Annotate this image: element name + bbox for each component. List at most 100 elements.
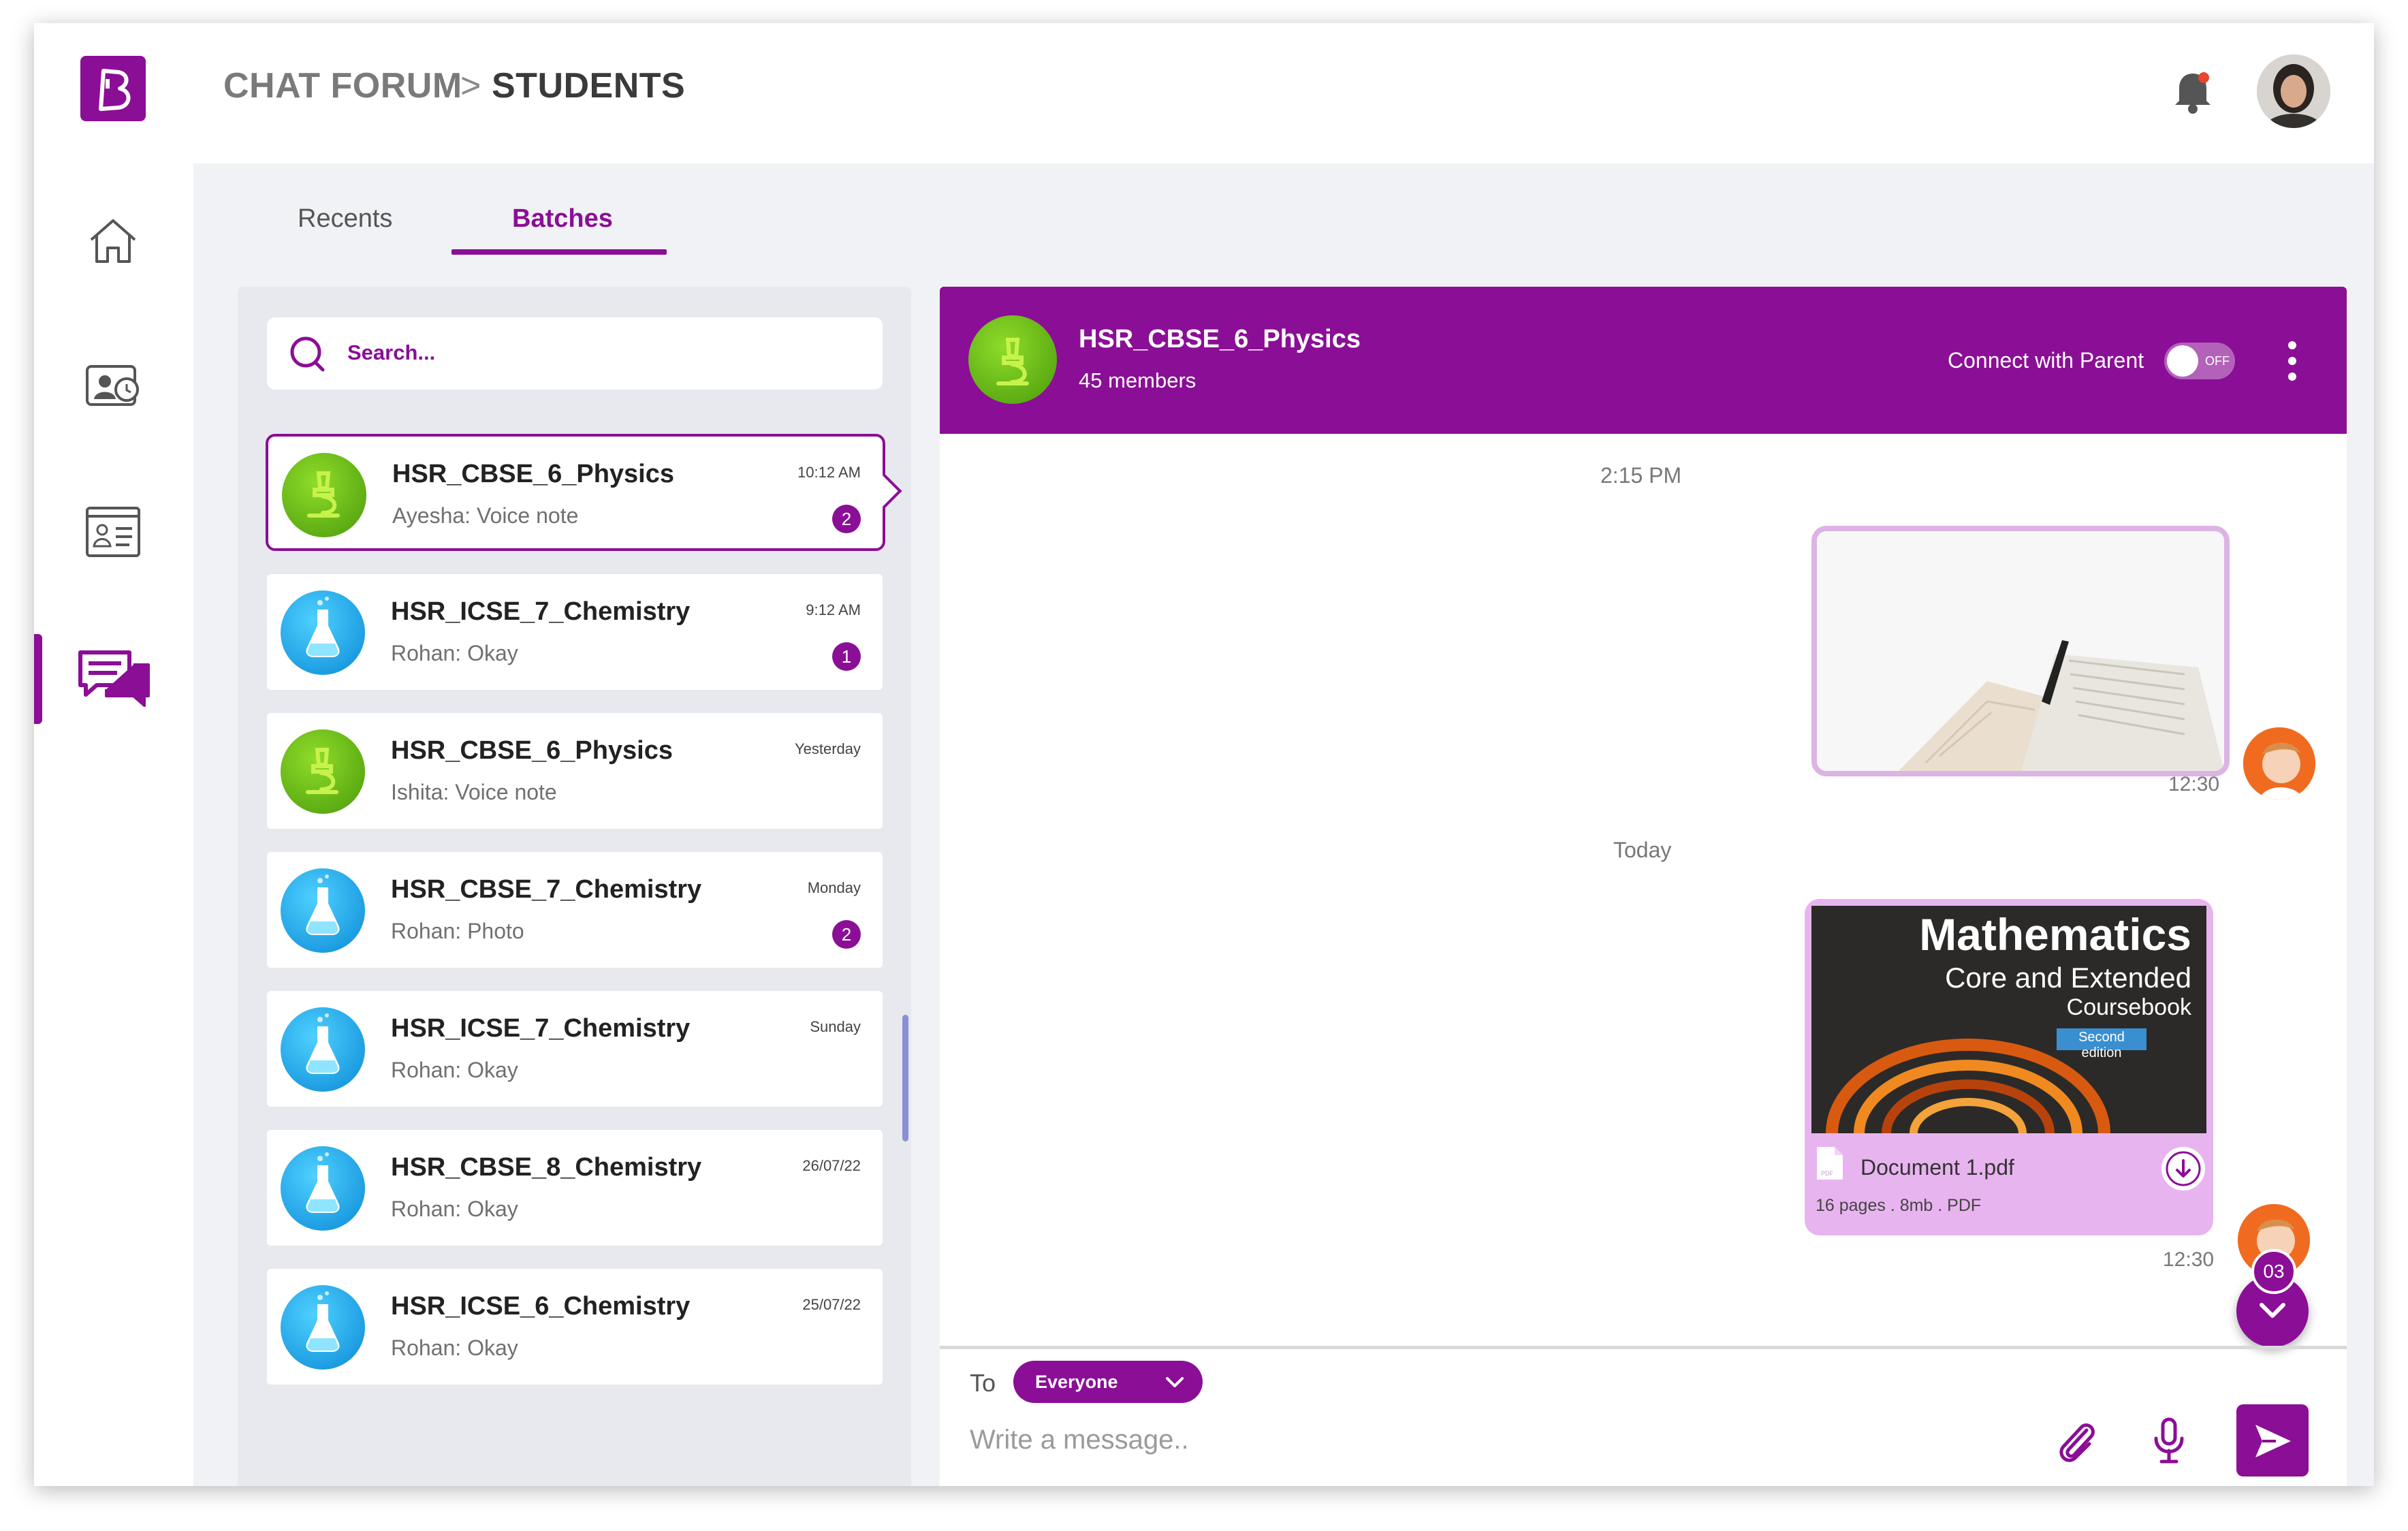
chemistry-icon bbox=[306, 874, 340, 935]
conversation-item[interactable]: HSR_CBSE_6_Physics Ayesha: Voice note 10:1… bbox=[266, 434, 885, 551]
conversation-time: 10:12 AM bbox=[797, 464, 861, 481]
composer-divider bbox=[940, 1346, 2347, 1349]
conversation-name: HSR_CBSE_6_Physics bbox=[392, 460, 674, 488]
send-button[interactable] bbox=[2236, 1404, 2309, 1477]
recipient-select[interactable]: Everyone bbox=[1013, 1361, 1203, 1403]
connect-parent-toggle[interactable]: OFF bbox=[2164, 343, 2235, 379]
conversation-name: HSR_CBSE_8_Chemistry bbox=[391, 1153, 702, 1182]
group-avatar bbox=[968, 315, 1057, 404]
chat-title: HSR_CBSE_6_Physics bbox=[1079, 325, 1361, 353]
conversation-preview: Rohan: Okay bbox=[391, 641, 518, 665]
conversation-time: 9:12 AM bbox=[806, 601, 861, 618]
active-tab-underline bbox=[452, 249, 667, 255]
chat-nav-icon[interactable] bbox=[76, 647, 153, 710]
tab-batches[interactable]: Batches bbox=[512, 204, 613, 234]
search-icon bbox=[290, 336, 325, 372]
unread-badge: 1 bbox=[832, 642, 861, 671]
group-avatar bbox=[281, 729, 365, 814]
chat-header: HSR_CBSE_6_Physics 45 members Connect wi… bbox=[940, 287, 2347, 434]
physics-icon bbox=[307, 471, 340, 518]
toggle-state: OFF bbox=[2205, 354, 2230, 368]
unread-badge: 2 bbox=[832, 920, 861, 949]
conversation-preview: Ishita: Voice note bbox=[391, 780, 557, 804]
document-meta: 16 pages . 8mb . PDF bbox=[1816, 1196, 1982, 1215]
recipient-value: Everyone bbox=[1035, 1372, 1118, 1392]
sender-avatar[interactable] bbox=[2243, 727, 2315, 800]
physics-icon bbox=[306, 748, 338, 794]
connect-parent-label: Connect with Parent bbox=[1948, 348, 2144, 373]
bell-icon[interactable] bbox=[2170, 65, 2216, 117]
svg-text:PDF: PDF bbox=[1821, 1170, 1834, 1177]
conversation-preview: Rohan: Photo bbox=[391, 919, 524, 943]
conversation-name: HSR_ICSE_6_Chemistry bbox=[391, 1292, 691, 1321]
conversation-item[interactable]: HSR_CBSE_8_Chemistry Rohan: Okay 26/07/22 bbox=[267, 1130, 883, 1246]
search-input[interactable]: Search... bbox=[347, 341, 435, 365]
unread-badge: 2 bbox=[832, 505, 861, 533]
group-avatar bbox=[281, 1007, 365, 1092]
conversation-time: 26/07/22 bbox=[802, 1157, 861, 1174]
group-avatar bbox=[281, 1146, 365, 1231]
chemistry-icon bbox=[306, 1291, 340, 1352]
group-avatar bbox=[281, 590, 365, 675]
user-avatar[interactable] bbox=[2257, 54, 2330, 128]
message-time: 12:30 bbox=[2168, 773, 2220, 795]
breadcrumb-separator: > bbox=[460, 66, 481, 106]
chemistry-icon bbox=[306, 1013, 340, 1074]
attachment-icon[interactable] bbox=[2054, 1415, 2099, 1464]
app-logo[interactable] bbox=[80, 56, 146, 121]
message-time-2: 12:30 bbox=[2163, 1248, 2215, 1271]
conversation-item[interactable]: HSR_ICSE_7_Chemistry Rohan: Okay 9:12 AM 1 bbox=[267, 574, 883, 690]
microphone-icon[interactable] bbox=[2152, 1417, 2186, 1466]
document-name: Document 1.pdf bbox=[1860, 1155, 2014, 1180]
list-scrollbar[interactable] bbox=[902, 1015, 908, 1141]
unread-count-badge: 03 bbox=[2251, 1249, 2296, 1294]
group-avatar bbox=[282, 453, 366, 537]
time-divider: 2:15 PM bbox=[1600, 463, 1682, 488]
group-avatar bbox=[281, 868, 365, 953]
breadcrumb-current: STUDENTS bbox=[492, 66, 686, 106]
logo-b-icon bbox=[99, 69, 131, 111]
conversation-time: Monday bbox=[807, 879, 861, 896]
conversation-preview: Rohan: Okay bbox=[391, 1197, 518, 1221]
message-input[interactable]: Write a message.. bbox=[970, 1425, 1189, 1455]
conversation-time: 25/07/22 bbox=[802, 1296, 861, 1313]
chevron-down-icon bbox=[1166, 1377, 1184, 1387]
conversation-item[interactable]: HSR_CBSE_7_Chemistry Rohan: Photo Monday 2 bbox=[267, 852, 883, 968]
more-options-icon[interactable] bbox=[2279, 337, 2306, 385]
book-cover: Mathematics Core and Extended Coursebook… bbox=[1811, 906, 2206, 1133]
breadcrumb-root[interactable]: CHAT FORUM bbox=[223, 65, 462, 106]
microscope-icon bbox=[996, 338, 1029, 385]
book-edition: Second edition bbox=[2078, 1030, 2125, 1060]
conversation-name: HSR_ICSE_7_Chemistry bbox=[391, 597, 691, 626]
conversation-preview: Ayesha: Voice note bbox=[392, 503, 579, 528]
attendance-icon[interactable] bbox=[82, 354, 144, 417]
conversation-item[interactable]: HSR_CBSE_6_Physics Ishita: Voice note Yest… bbox=[267, 713, 883, 829]
conversation-name: HSR_ICSE_7_Chemistry bbox=[391, 1014, 691, 1043]
toggle-knob bbox=[2167, 345, 2198, 377]
day-divider: Today bbox=[1613, 838, 1672, 862]
document-message[interactable]: Mathematics Core and Extended Coursebook… bbox=[1805, 899, 2213, 1235]
conversation-preview: Rohan: Okay bbox=[391, 1336, 518, 1360]
conversation-item[interactable]: HSR_ICSE_6_Chemistry Rohan: Okay 25/07/22 bbox=[267, 1269, 883, 1385]
active-nav-indicator bbox=[34, 634, 42, 724]
home-icon[interactable] bbox=[82, 210, 144, 272]
chevron-down-icon bbox=[2260, 1303, 2285, 1318]
tab-recents[interactable]: Recents bbox=[298, 204, 392, 234]
group-avatar bbox=[281, 1285, 365, 1370]
member-count[interactable]: 45 members bbox=[1079, 368, 1196, 393]
chemistry-icon bbox=[306, 597, 340, 657]
send-icon bbox=[2255, 1425, 2291, 1457]
id-card-icon[interactable] bbox=[82, 501, 144, 564]
download-icon[interactable] bbox=[2161, 1147, 2205, 1190]
conversation-time: Yesterday bbox=[794, 740, 861, 757]
book-subtitle: Core and Extended bbox=[1945, 962, 2191, 994]
conversation-name: HSR_CBSE_6_Physics bbox=[391, 736, 673, 765]
image-message[interactable] bbox=[1811, 526, 2230, 776]
chemistry-icon bbox=[306, 1152, 340, 1213]
search-box[interactable]: Search... bbox=[267, 317, 883, 390]
open-book-photo bbox=[1817, 531, 2224, 771]
conversation-time: Sunday bbox=[810, 1018, 861, 1035]
book-title: Mathematics bbox=[1919, 909, 2191, 960]
conversation-item[interactable]: HSR_ICSE_7_Chemistry Rohan: Okay Sunday bbox=[267, 991, 883, 1107]
to-label: To bbox=[970, 1369, 996, 1397]
